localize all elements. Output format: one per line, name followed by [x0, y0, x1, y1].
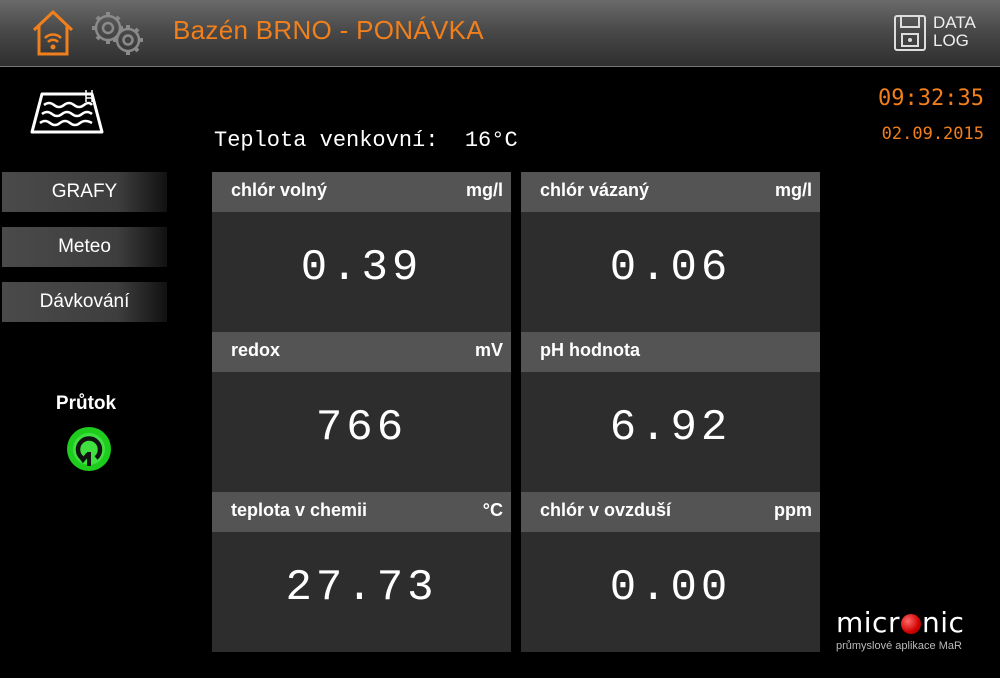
pool-icon[interactable]	[30, 88, 105, 138]
datalog-label: DATA LOG	[933, 14, 976, 50]
tile-value: 0.39	[300, 243, 423, 293]
logo-pre: micr	[836, 606, 900, 639]
tile-label: chlór volný	[231, 180, 328, 200]
tile-label: teplota v chemii	[231, 500, 368, 520]
tile-label: chlór vázaný	[540, 180, 650, 200]
tile-header: chlór vázaný mg/l	[521, 172, 820, 212]
datalog-line1: DATA	[933, 13, 976, 32]
logo-subtitle: průmyslové aplikace MaR	[836, 640, 962, 652]
home-icon[interactable]	[30, 8, 76, 58]
flow-status-icon	[66, 426, 112, 472]
tile-header: chlór volný mg/l	[212, 172, 511, 212]
gears-icon[interactable]	[88, 8, 146, 58]
tile-redox[interactable]: redox mV 766	[212, 332, 511, 492]
tile-unit: mg/l	[465, 180, 503, 200]
tile-label: chlór v ovzduší	[540, 500, 672, 520]
outdoor-temp-value: 16°C	[464, 128, 518, 153]
tile-value: 0.06	[609, 243, 732, 293]
outdoor-temperature: Teplota venkovní: 16°C	[214, 128, 518, 153]
tile-value: 0.00	[609, 563, 732, 613]
davkovani-button[interactable]: Dávkování	[2, 282, 167, 322]
floppy-disk-icon	[894, 15, 926, 51]
tile-header: chlór v ovzduší ppm	[521, 492, 820, 532]
flow-label: Průtok	[55, 393, 117, 414]
tile-label: pH hodnota	[540, 340, 640, 360]
tile-header: teplota v chemii °C	[212, 492, 511, 532]
tile-chlor-volny[interactable]: chlór volný mg/l 0.39	[212, 172, 511, 332]
tile-value: 766	[315, 403, 408, 453]
logo-wordmark: micr nic	[836, 606, 964, 639]
tile-label: redox	[231, 340, 281, 360]
tile-header: redox mV	[212, 332, 511, 372]
tile-chlor-vazany[interactable]: chlór vázaný mg/l 0.06	[521, 172, 820, 332]
tile-value: 27.73	[285, 563, 438, 613]
datalog-button[interactable]: DATA LOG	[890, 12, 990, 56]
page-title: Bazén BRNO - PONÁVKA	[173, 15, 484, 45]
meteo-button[interactable]: Meteo	[2, 227, 167, 267]
header-bar: Bazén BRNO - PONÁVKA DATA LOG	[0, 0, 1000, 67]
tile-value: 6.92	[609, 403, 732, 453]
tile-unit: °C	[482, 500, 503, 520]
grafy-button[interactable]: GRAFY	[2, 172, 167, 212]
outdoor-temp-label: Teplota venkovní:	[214, 128, 439, 153]
clock-date: 02.09.2015	[881, 124, 984, 144]
tile-ph[interactable]: pH hodnota 6.92	[521, 332, 820, 492]
tile-unit: mg/l	[774, 180, 812, 200]
micronic-logo: micr nic průmyslové aplikace MaR	[836, 606, 996, 654]
tile-unit: mV	[474, 340, 503, 360]
logo-post: nic	[921, 606, 965, 639]
logo-red-dot-icon	[900, 614, 921, 634]
tile-header: pH hodnota	[521, 332, 820, 372]
datalog-line2: LOG	[933, 31, 969, 50]
tile-chlor-v-ovzdusi[interactable]: chlór v ovzduší ppm 0.00	[521, 492, 820, 652]
clock-time: 09:32:35	[878, 86, 984, 111]
tile-teplota-v-chemii[interactable]: teplota v chemii °C 27.73	[212, 492, 511, 652]
tile-unit: ppm	[774, 500, 812, 520]
